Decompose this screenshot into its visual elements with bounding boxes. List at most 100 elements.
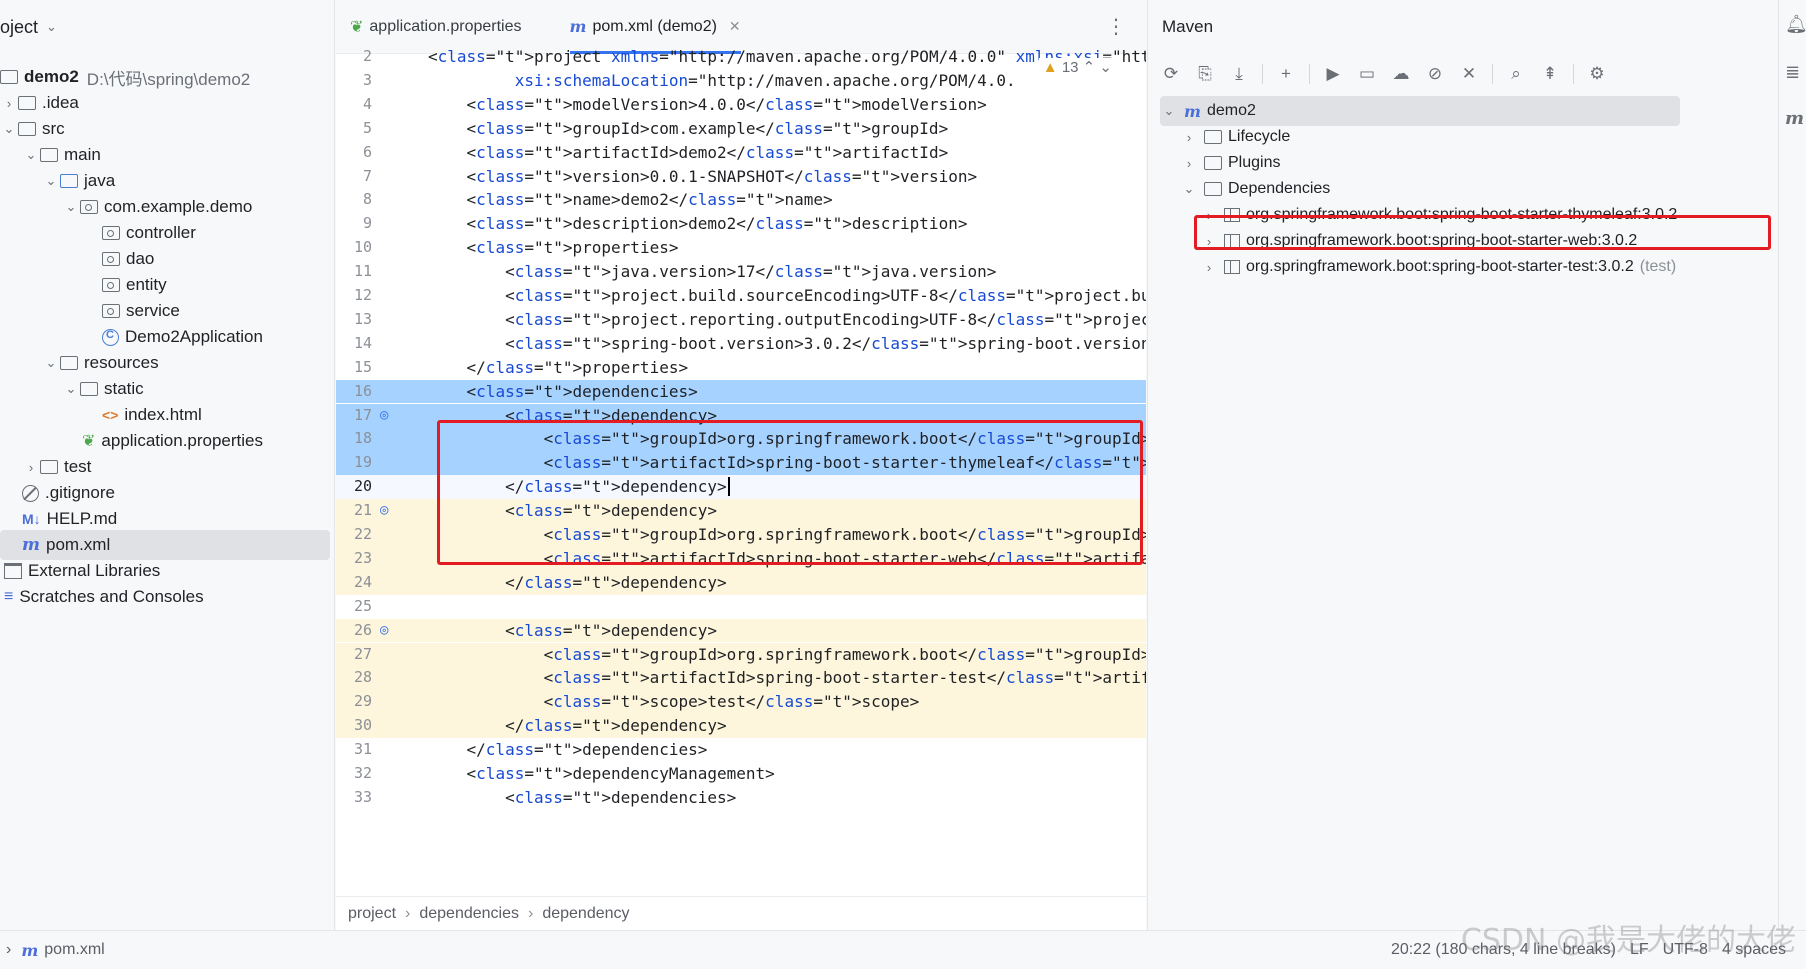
code-line[interactable]: 24 </class="t">dependency> [336, 570, 1146, 595]
code-line[interactable]: 27 <class="t">groupId>org.springframewor… [336, 642, 1146, 667]
chevron-up-icon[interactable]: ⌃ [1083, 59, 1096, 76]
breadcrumb-dependency[interactable]: dependency [542, 905, 629, 923]
source-folder-icon [60, 174, 78, 188]
code-line[interactable]: 33 <class="t">dependencies> [336, 786, 1146, 810]
code-line[interactable]: 32 <class="t">dependencyManagement> [336, 762, 1146, 786]
chevron-down-icon[interactable]: ⌄ [46, 19, 57, 35]
markdown-icon: M↓ [22, 511, 41, 527]
html-file-icon: <> [102, 407, 119, 423]
more-options-icon[interactable]: ⋮ [1106, 14, 1126, 39]
code-line[interactable]: 29 <class="t">scope>test</class="t">scop… [336, 690, 1146, 715]
line-number: 9 [362, 214, 372, 233]
line-number: 13 [353, 309, 372, 328]
close-icon[interactable]: ✕ [729, 18, 741, 35]
line-number: 7 [362, 166, 372, 185]
line-number: 20 [353, 477, 372, 496]
line-number: 24 [353, 572, 372, 591]
maven-panel: Maven ⟳ ⎘ ⤓ + ▶ ▭ ☁ ⊘ ✕ ⌕ ⇞ ⚙ ⌄ m demo2 [1147, 0, 1777, 930]
watermark: CSDN @我是大佬的大佬 [1460, 923, 1796, 958]
dependency-gutter-icon[interactable]: ◎ [380, 619, 388, 643]
code-line[interactable]: 15 </class="t">properties> [336, 356, 1146, 380]
skip-tests-icon[interactable]: ⊘ [1424, 64, 1446, 84]
run-icon[interactable]: ▶ [1322, 64, 1344, 84]
dependency-gutter-icon[interactable]: ◎ [380, 404, 388, 428]
code-line[interactable]: 7 <class="t">version>0.0.1-SNAPSHOT</cla… [336, 165, 1146, 189]
maven-icon[interactable]: m [1785, 108, 1804, 129]
chevron-right-icon[interactable]: › [1180, 156, 1198, 171]
code-line[interactable]: 31 </class="t">dependencies> [336, 738, 1146, 762]
breadcrumb-project[interactable]: project [348, 905, 396, 923]
chevron-down-icon[interactable]: ⌄ [62, 381, 80, 397]
line-number: 5 [362, 118, 372, 137]
tree-item-application-properties[interactable]: ❦ application.properties [82, 426, 263, 456]
code-line[interactable]: 26 ◎ <class="t">dependency> [336, 618, 1146, 643]
folder-icon [1204, 182, 1222, 196]
breadcrumb-dependencies[interactable]: dependencies [419, 905, 519, 923]
notifications-icon[interactable]: 🔔︎ [1785, 14, 1806, 35]
line-number: 23 [353, 548, 372, 567]
database-icon[interactable]: ≣ [1785, 62, 1800, 83]
chevron-right-icon[interactable]: › [0, 96, 18, 111]
code-line[interactable]: 4 <class="t">modelVersion>4.0.0</class="… [336, 93, 1146, 117]
code-line[interactable]: 25 [336, 595, 1146, 619]
code-line[interactable]: 2 <class="t">project xmlns="http://maven.… [336, 45, 1146, 69]
line-number: 8 [362, 190, 372, 209]
chevron-right-icon[interactable]: › [1180, 130, 1198, 145]
analyze-icon[interactable]: ⌕ [1505, 64, 1527, 84]
project-panel: oject ⌄ demo2 D:\代码\spring\demo2 › .idea… [0, 0, 335, 930]
chevron-down-icon[interactable]: ⌄ [1180, 181, 1198, 197]
folder-icon [40, 148, 58, 162]
ignore-file-icon [22, 484, 39, 502]
status-breadcrumb[interactable]: › m pom.xml [0, 941, 105, 960]
download-icon[interactable]: ⤓ [1228, 64, 1250, 84]
line-number: 12 [353, 286, 372, 304]
code-line[interactable]: 5 <class="t">groupId>com.example</class=… [336, 117, 1146, 141]
code-line[interactable]: 13 <class="t">project.reporting.outputEn… [336, 308, 1146, 332]
line-number: 6 [362, 142, 372, 161]
code-line[interactable]: 14 <class="t">spring-boot.version>3.0.2<… [336, 332, 1146, 356]
chevron-down-icon[interactable]: ⌄ [22, 147, 40, 163]
maven-dep-test[interactable]: › org.springframework.boot:spring-boot-s… [1200, 252, 1676, 282]
generate-sources-icon[interactable]: ⎘ [1194, 64, 1216, 84]
chevron-down-icon[interactable]: ⌄ [1160, 103, 1178, 119]
chevron-right-icon[interactable]: › [1200, 260, 1218, 275]
code-line[interactable]: 9 <class="t">description>demo2</class="t… [336, 212, 1146, 236]
code-line[interactable]: 11 <class="t">java.version>17</class="t"… [336, 260, 1146, 284]
chevron-right-icon[interactable]: › [22, 460, 40, 475]
code-text: <class="t">scope>test</class="t">scope> [428, 692, 920, 712]
dependency-gutter-icon[interactable]: ◎ [380, 499, 388, 523]
chevron-down-icon[interactable]: ⌄ [0, 121, 18, 137]
line-number: 17 [353, 405, 372, 424]
code-line[interactable]: 10 <class="t">properties> [336, 236, 1146, 260]
settings-icon[interactable]: ⚙ [1586, 64, 1608, 84]
line-number: 31 [353, 740, 372, 759]
chevron-right-icon: › [6, 941, 12, 958]
add-icon[interactable]: + [1275, 64, 1297, 84]
toolbar-divider [1492, 64, 1493, 84]
code-line[interactable]: 28 <class="t">artifactId>spring-boot-sta… [336, 666, 1146, 691]
code-line[interactable]: 16 <class="t">dependencies> [336, 379, 1146, 404]
project-path: D:\代码\spring\demo2 [86, 69, 251, 89]
code-line[interactable]: 8 <class="t">name>demo2</class="t">name> [336, 188, 1146, 212]
offline-icon[interactable]: ☁ [1390, 64, 1412, 84]
chevron-down-icon[interactable]: ⌄ [1099, 59, 1112, 76]
collapse-icon[interactable]: ✕ [1458, 64, 1480, 84]
chevron-down-icon[interactable]: ⌄ [42, 355, 60, 371]
expand-all-icon[interactable]: ⇞ [1539, 64, 1561, 84]
spring-leaf-icon: ❦ [82, 433, 96, 450]
folder-icon [80, 382, 98, 396]
code-line[interactable]: 6 <class="t">artifactId>demo2</class="t"… [336, 141, 1146, 165]
warning-count: 13 [1061, 59, 1079, 76]
chevron-down-icon[interactable]: ⌄ [62, 199, 80, 215]
project-header[interactable]: oject ⌄ [0, 0, 334, 54]
inspection-widget[interactable]: ▲ 13 ⌃ ⌄ [1038, 58, 1116, 76]
line-number: 14 [353, 333, 372, 352]
code-line[interactable]: 3 xsi:schemaLocation="http://maven.apach… [336, 69, 1146, 93]
tree-item-scratches[interactable]: ≡ Scratches and Consoles [4, 582, 204, 612]
chevron-down-icon[interactable]: ⌄ [42, 173, 60, 189]
execute-goal-icon[interactable]: ▭ [1356, 64, 1378, 84]
code-line[interactable]: 12 <class="t">project.build.sourceEncodi… [336, 284, 1146, 308]
code-line[interactable]: 30 </class="t">dependency> [336, 714, 1146, 739]
folder-icon [40, 460, 58, 474]
reload-icon[interactable]: ⟳ [1160, 64, 1182, 84]
